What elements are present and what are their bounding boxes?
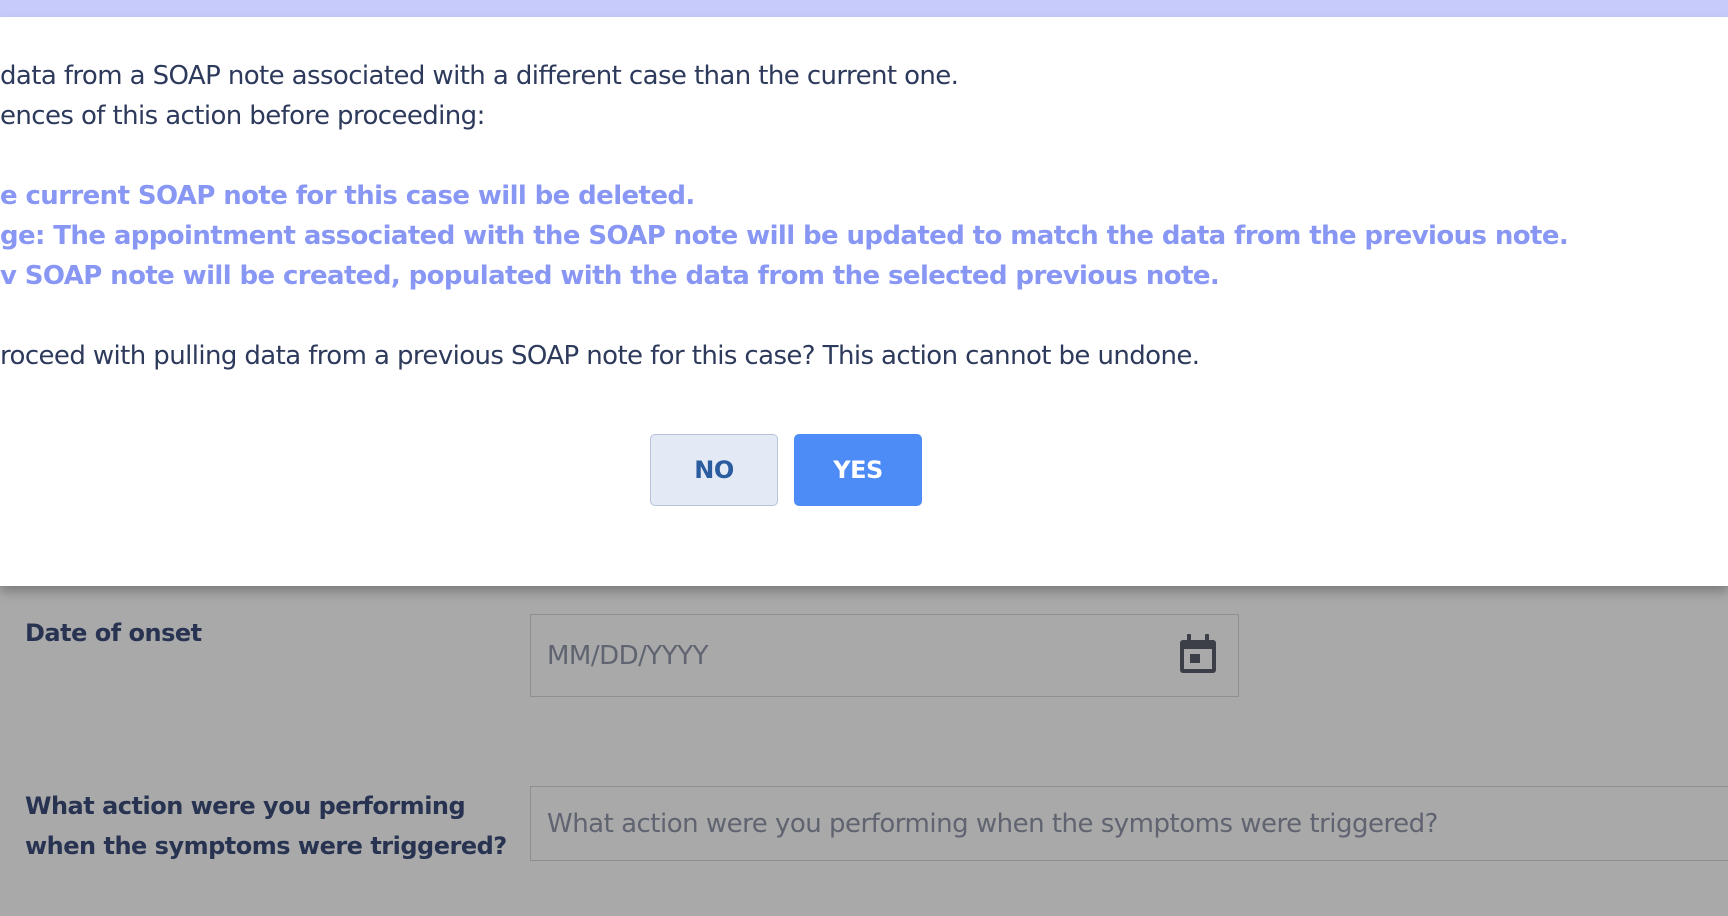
calendar-icon[interactable] <box>1176 632 1220 676</box>
action-question-label: What action were you performing when the… <box>25 786 507 866</box>
dialog-intro-line-2: ences of this action before proceeding: <box>0 101 485 131</box>
confirmation-question: roceed with pulling data from a previous… <box>0 341 1200 371</box>
top-bar <box>0 0 1728 17</box>
date-of-onset-input[interactable]: MM/DD/YYYY <box>530 614 1239 697</box>
warning-appointment-change: ge: The appointment associated with the … <box>0 221 1569 251</box>
action-question-label-line-1: What action were you performing <box>25 792 466 820</box>
warning-delete-note: e current SOAP note for this case will b… <box>0 181 695 211</box>
warning-new-note: v SOAP note will be created, populated w… <box>0 261 1220 291</box>
date-of-onset-label: Date of onset <box>25 619 202 647</box>
action-performing-input[interactable]: What action were you performing when the… <box>530 786 1728 861</box>
action-placeholder: What action were you performing when the… <box>547 808 1438 839</box>
date-placeholder: MM/DD/YYYY <box>547 640 708 671</box>
yes-button[interactable]: YES <box>794 434 922 506</box>
no-button[interactable]: NO <box>650 434 778 506</box>
dialog-intro-line-1: data from a SOAP note associated with a … <box>0 61 959 91</box>
action-question-label-line-2: when the symptoms were triggered? <box>25 832 507 860</box>
